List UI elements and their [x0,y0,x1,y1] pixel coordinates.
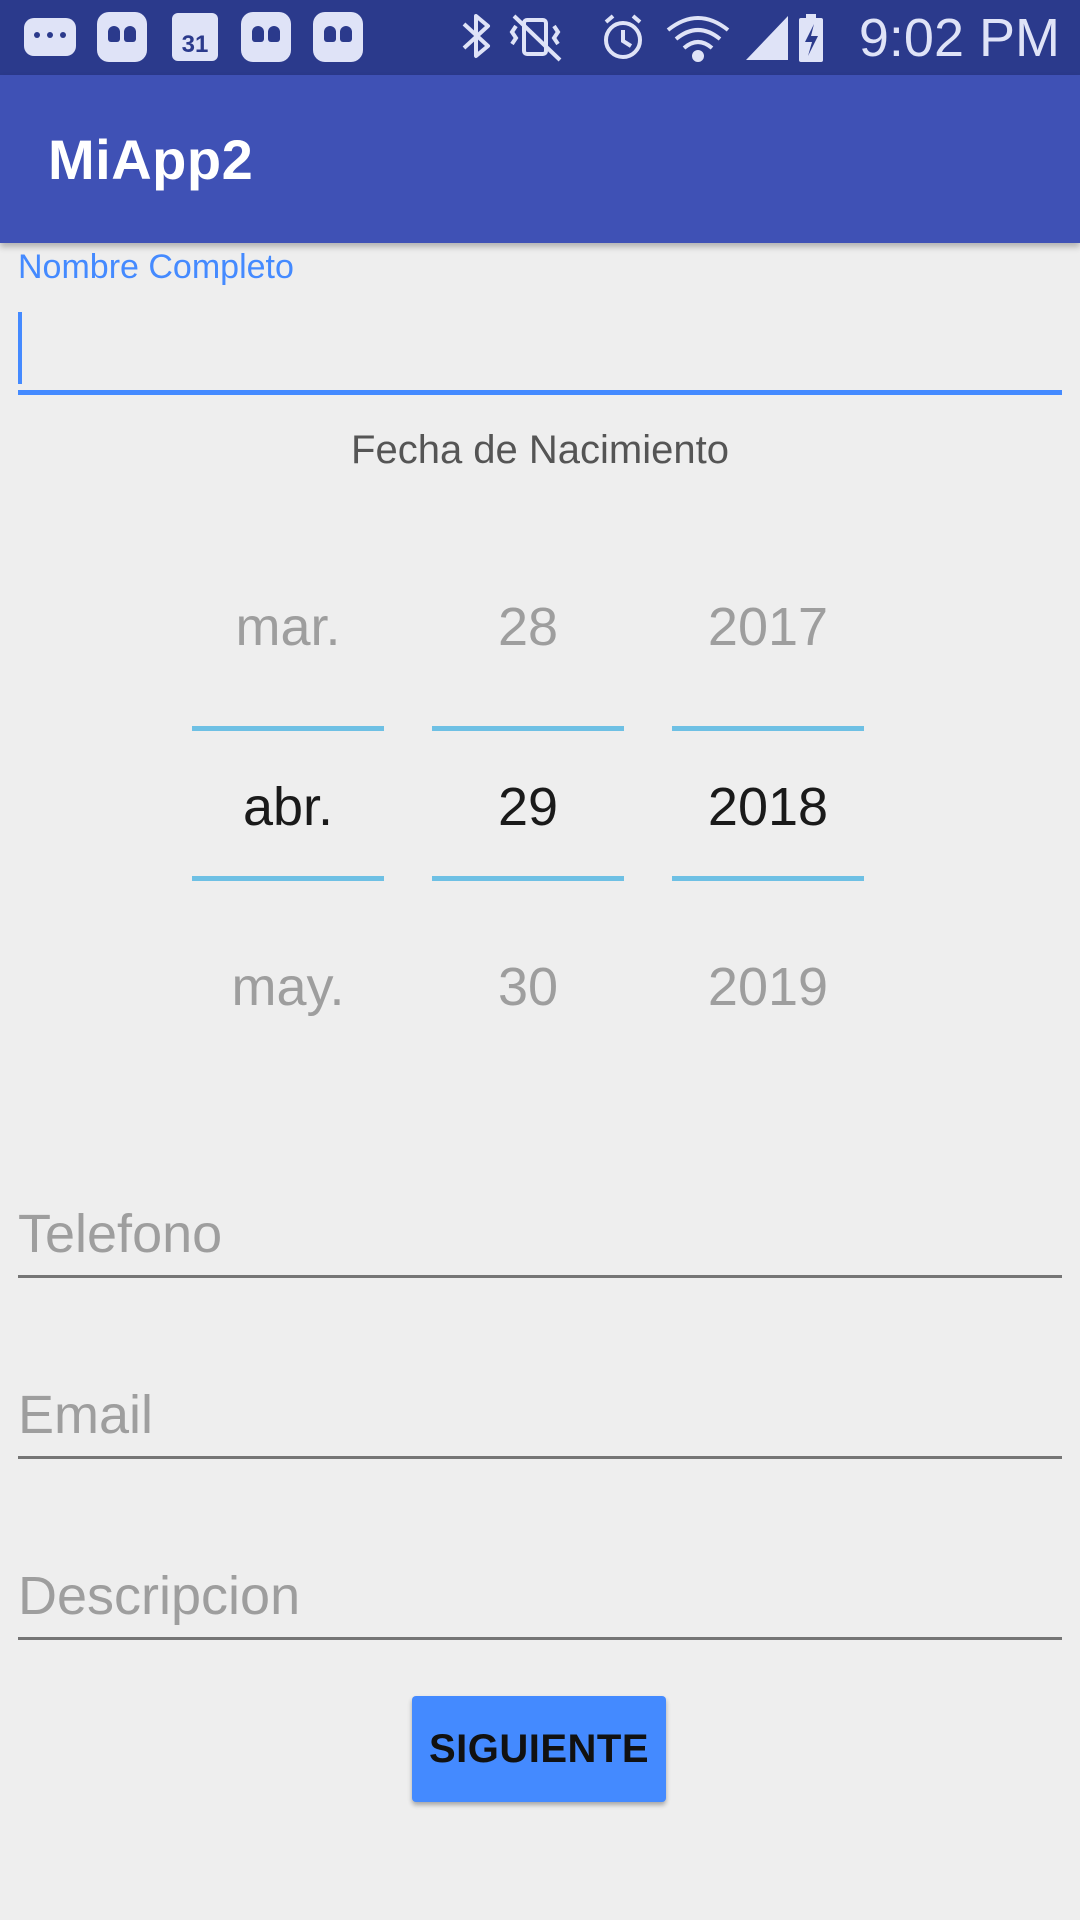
vibrate-icon [509,14,562,62]
email-input[interactable]: Email [18,1369,1062,1459]
hangouts-icon [312,10,364,64]
day-next[interactable]: 30 [432,956,624,1018]
signal-icon [746,16,788,60]
month-next[interactable]: may. [192,956,384,1018]
email-placeholder: Email [18,1385,154,1445]
picker-divider [192,876,384,881]
year-prev[interactable]: 2017 [672,596,864,658]
picker-divider [432,726,624,731]
picker-divider [672,726,864,731]
message-icon [22,10,78,64]
app-title: MiApp2 [48,128,254,191]
year-next[interactable]: 2019 [672,956,864,1018]
year-selected[interactable]: 2018 [672,776,864,838]
status-bar: 31 9:02 PM [0,0,1080,75]
phone-input[interactable]: Telefono [18,1188,1062,1278]
system-icons [462,14,823,62]
calendar-day: 31 [172,13,218,61]
next-button[interactable]: SIGUIENTE [412,1696,666,1802]
text-cursor [18,312,22,384]
battery-charging-icon [799,14,823,62]
month-picker[interactable]: mar. abr. may. [192,560,384,1060]
phone-placeholder: Telefono [18,1204,223,1264]
birth-date-label: Fecha de Nacimiento [351,428,729,472]
day-picker[interactable]: 28 29 30 [432,560,624,1060]
day-prev[interactable]: 28 [432,596,624,658]
name-field-label: Nombre Completo [18,248,294,286]
description-placeholder: Descripcion [18,1566,301,1626]
clock: 9:02 PM [858,8,1060,68]
hangouts-icon [96,10,148,64]
year-picker[interactable]: 2017 2018 2019 [672,560,864,1060]
full-name-input[interactable] [18,305,1062,395]
bluetooth-icon [462,14,490,58]
picker-divider [432,876,624,881]
calendar-icon: 31 [170,10,220,64]
app-bar: MiApp2 [0,75,1080,243]
picker-divider [192,726,384,731]
hangouts-icon [240,10,292,64]
wifi-icon [666,16,730,62]
picker-divider [672,876,864,881]
day-selected[interactable]: 29 [432,776,624,838]
month-prev[interactable]: mar. [192,596,384,658]
alarm-icon [604,14,642,59]
description-input[interactable]: Descripcion [18,1550,1062,1640]
month-selected[interactable]: abr. [192,776,384,838]
